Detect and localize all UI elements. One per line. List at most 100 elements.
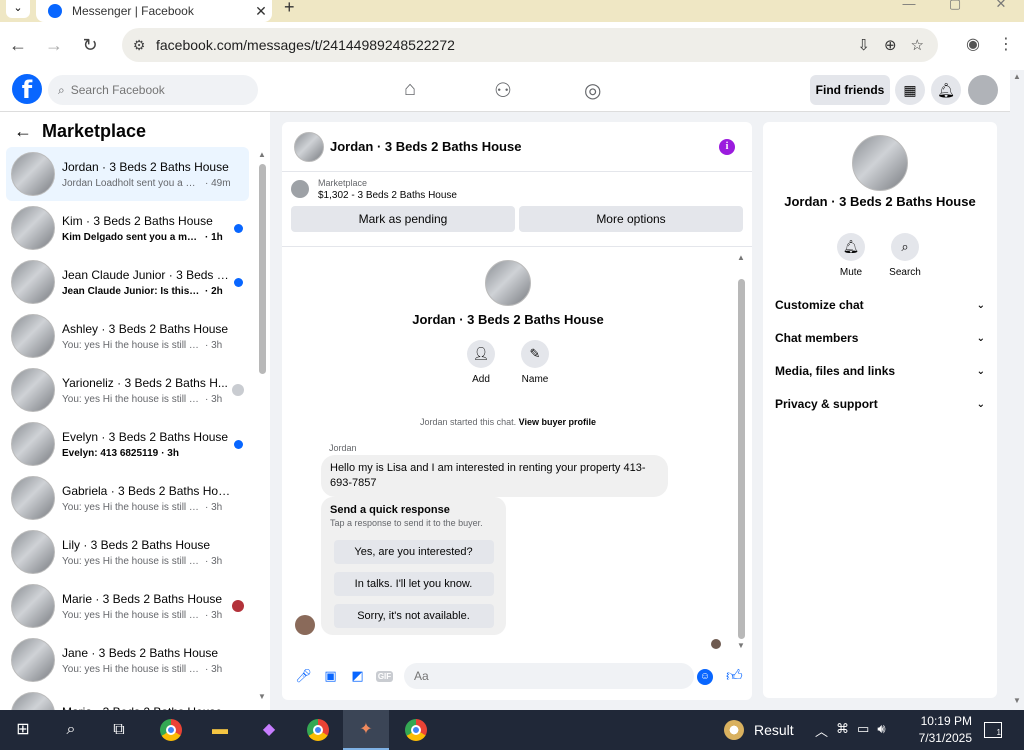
new-tab-icon[interactable]: + bbox=[284, 0, 295, 16]
menu-grid-icon[interactable]: ▦ bbox=[895, 75, 925, 105]
conversation-item[interactable]: Ashley · 3 Beds 2 Baths House You: yes Hi… bbox=[6, 309, 249, 363]
network-icon[interactable]: ▭ bbox=[857, 721, 869, 740]
conversation-item[interactable]: Jane · 3 Beds 2 Baths House You: yes Hi t… bbox=[6, 633, 249, 687]
zoom-icon[interactable]: ⊕ bbox=[884, 36, 897, 54]
result-widget-label[interactable]: Result bbox=[754, 722, 794, 738]
quick-response-button[interactable]: In talks. I'll let you know. bbox=[333, 572, 494, 596]
chat-members-row[interactable]: Chat members ⌄ bbox=[775, 328, 985, 348]
add-person-icon[interactable]: 👤︎ bbox=[467, 340, 495, 368]
page-scroll-up-icon[interactable]: ▲ bbox=[1013, 72, 1021, 81]
page-scroll-down-icon[interactable]: ▼ bbox=[1013, 696, 1021, 705]
message-thread[interactable]: Jordan · 3 Beds 2 Baths House 👤︎ Add ✎ N… bbox=[282, 246, 752, 654]
taskbar-search-icon[interactable]: ⌕ bbox=[58, 718, 84, 742]
photo-icon[interactable]: ▣ bbox=[317, 668, 344, 684]
tray-app-icon[interactable]: ⌘ bbox=[836, 721, 849, 740]
result-widget-icon[interactable] bbox=[724, 720, 744, 740]
thread-scrollbar[interactable]: ▲ ▼ bbox=[737, 253, 745, 650]
conversation-item[interactable]: Lily · 3 Beds 2 Baths House You: yes Hi t… bbox=[6, 525, 249, 579]
customize-chat-row[interactable]: Customize chat ⌄ bbox=[775, 295, 985, 315]
start-windows-icon[interactable]: ⊞ bbox=[10, 718, 36, 742]
emoji-icon[interactable]: ☺ bbox=[697, 669, 713, 685]
search-icon[interactable]: ⌕ bbox=[891, 233, 919, 261]
bell-icon[interactable]: 🔔︎ bbox=[837, 233, 865, 261]
mark-as-pending-button[interactable]: Mark as pending bbox=[291, 206, 515, 232]
tab-close-icon[interactable]: ✕ bbox=[250, 3, 272, 20]
privacy-support-row[interactable]: Privacy & support ⌄ bbox=[775, 394, 985, 414]
mute-action[interactable]: 🔔︎ Mute bbox=[826, 233, 876, 278]
quick-response-button[interactable]: Yes, are you interested? bbox=[333, 540, 494, 564]
install-app-icon[interactable]: ⇩ bbox=[857, 36, 870, 54]
task-view-icon[interactable]: ⧉ bbox=[106, 718, 132, 742]
page-scrollbar[interactable]: ▲ ▼ bbox=[1010, 70, 1024, 710]
tray-chevron-up-icon[interactable]: ︿ bbox=[815, 721, 828, 740]
profile-icon[interactable]: ◉ bbox=[966, 34, 980, 54]
back-icon[interactable]: ← bbox=[0, 35, 36, 56]
friends-icon[interactable]: ⚇ bbox=[494, 78, 512, 103]
chevron-down-icon: ⌄ bbox=[976, 299, 985, 311]
taskbar-chrome-icon-3[interactable] bbox=[403, 718, 429, 742]
list-scrollbar[interactable]: ▲ ▼ bbox=[258, 150, 266, 702]
name-action[interactable]: ✎ Name bbox=[515, 340, 555, 385]
marketplace-listing[interactable]: Marketplace $1,302 - 3 Beds 2 Baths Hous… bbox=[282, 172, 752, 206]
list-scrollbar-thumb[interactable] bbox=[259, 164, 266, 374]
message-input[interactable] bbox=[404, 663, 694, 689]
conversation-item[interactable]: Marie · 3 Beds 2 Baths House You: yes Hi … bbox=[6, 579, 249, 633]
sender-avatar[interactable] bbox=[295, 615, 315, 635]
conversation-item[interactable]: Yarioneliz · 3 Beds 2 Baths H... You: yes… bbox=[6, 363, 249, 417]
conversation-item[interactable]: Jean Claude Junior · 3 Beds 2 ... Jean Cl… bbox=[6, 255, 249, 309]
conversation-item[interactable]: Evelyn · 3 Beds 2 Baths House Evelyn: 413… bbox=[6, 417, 249, 471]
conversation-item[interactable]: Kim · 3 Beds 2 Baths House Kim Delgado se… bbox=[6, 201, 249, 255]
facebook-search-input[interactable] bbox=[70, 83, 241, 97]
notifications-bell-icon[interactable]: 🔔︎ bbox=[931, 75, 961, 105]
notification-center-icon[interactable]: 1 bbox=[984, 722, 1002, 738]
site-info-icon[interactable]: ⚙ bbox=[122, 37, 156, 54]
active-app-icon[interactable]: ✦ bbox=[353, 718, 379, 742]
sticker-icon[interactable]: ◩ bbox=[344, 668, 371, 684]
browser-tab[interactable]: Messenger | Facebook ✕ bbox=[36, 0, 272, 22]
window-close-icon[interactable]: ✕ bbox=[978, 0, 1024, 22]
add-action[interactable]: 👤︎ Add bbox=[461, 340, 501, 385]
info-icon[interactable]: i bbox=[719, 139, 735, 155]
microphone-icon[interactable]: 🎤︎ bbox=[290, 668, 317, 684]
thread-avatar bbox=[485, 260, 531, 306]
account-avatar[interactable] bbox=[968, 75, 998, 105]
reload-icon[interactable]: ↻ bbox=[72, 35, 108, 56]
gif-icon[interactable]: GIF bbox=[371, 670, 398, 682]
conversation-item[interactable]: Gabriela · 3 Beds 2 Baths House You: yes … bbox=[6, 471, 249, 525]
conversation-item[interactable]: Jordan · 3 Beds 2 Baths House Jordan Load… bbox=[6, 147, 249, 201]
volume-icon[interactable]: 🔊︎ bbox=[877, 721, 885, 740]
copilot-icon[interactable]: ◆ bbox=[256, 718, 282, 742]
back-arrow-icon[interactable]: ← bbox=[14, 121, 32, 142]
home-icon[interactable]: ⌂ bbox=[404, 78, 416, 101]
search-action[interactable]: ⌕ Search bbox=[880, 233, 930, 278]
scroll-down-icon[interactable]: ▼ bbox=[737, 641, 745, 650]
thread-scrollbar-thumb[interactable] bbox=[738, 279, 745, 639]
tab-search-icon[interactable]: ⌄ bbox=[6, 0, 30, 18]
conversation-name: Gabriela · 3 Beds 2 Baths House bbox=[62, 483, 234, 498]
facebook-logo-icon[interactable]: f bbox=[12, 74, 42, 104]
conversation-item[interactable]: Maria · 3 Beds 2 Baths House bbox=[6, 687, 249, 710]
chat-title[interactable]: Jordan · 3 Beds 2 Baths House bbox=[330, 139, 521, 154]
media-files-links-row[interactable]: Media, files and links ⌄ bbox=[775, 361, 985, 381]
chat-avatar[interactable] bbox=[294, 131, 324, 162]
scroll-up-icon[interactable]: ▲ bbox=[737, 253, 745, 262]
taskbar-clock[interactable]: 10:19 PM 7/31/2025 bbox=[908, 713, 972, 747]
url-text[interactable]: facebook.com/messages/t/2414498924852227… bbox=[156, 37, 857, 53]
groups-icon[interactable]: ◎ bbox=[584, 78, 601, 103]
taskbar-chrome-icon[interactable] bbox=[158, 718, 184, 742]
address-bar[interactable]: ⚙ facebook.com/messages/t/24144989248522… bbox=[122, 28, 938, 62]
more-options-button[interactable]: More options bbox=[519, 206, 743, 232]
browser-menu-icon[interactable]: ⋮ bbox=[998, 34, 1014, 54]
maximize-icon[interactable]: ▢ bbox=[932, 0, 978, 22]
minimize-icon[interactable]: — bbox=[886, 0, 932, 22]
view-buyer-profile-link[interactable]: View buyer profile bbox=[519, 417, 596, 427]
taskbar-chrome-icon-2[interactable] bbox=[305, 718, 331, 742]
thumbs-up-icon[interactable]: 👍︎ bbox=[726, 667, 743, 686]
quick-response-button[interactable]: Sorry, it's not available. bbox=[333, 604, 494, 628]
file-explorer-icon[interactable]: ▬ bbox=[207, 718, 233, 742]
bookmark-star-icon[interactable]: ☆ bbox=[911, 36, 924, 54]
pencil-icon[interactable]: ✎ bbox=[521, 340, 549, 368]
facebook-search[interactable]: ⌕ bbox=[48, 75, 258, 105]
find-friends-button[interactable]: Find friends bbox=[810, 75, 890, 105]
forward-icon[interactable]: → bbox=[36, 35, 72, 56]
